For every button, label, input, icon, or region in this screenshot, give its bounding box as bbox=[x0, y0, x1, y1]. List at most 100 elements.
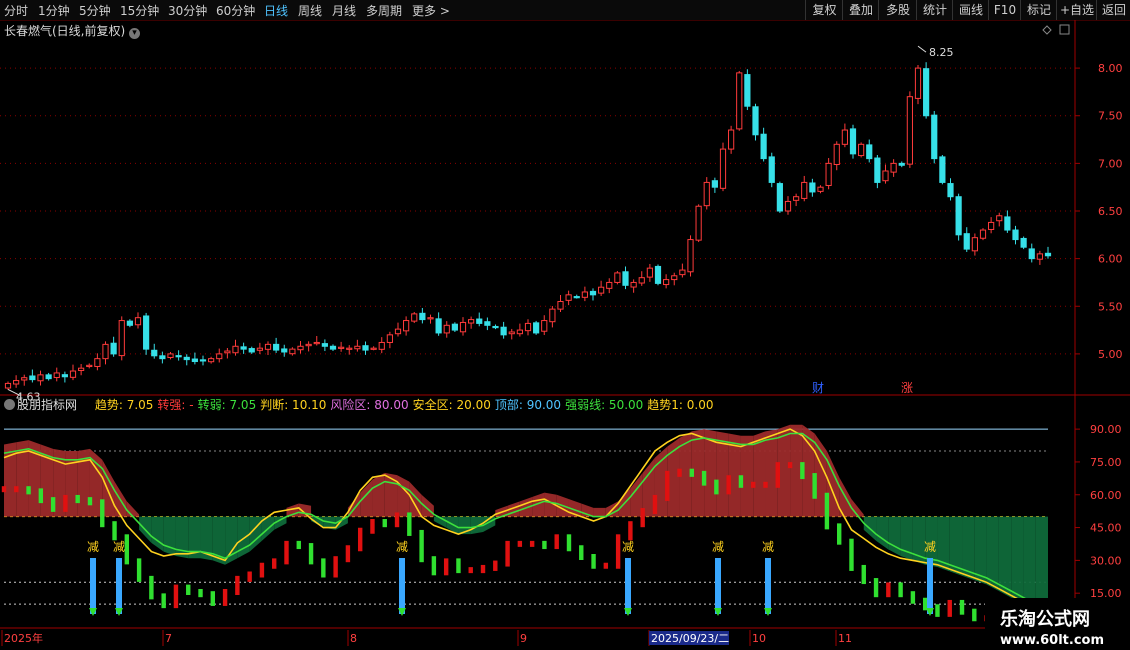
candle-body bbox=[1036, 253, 1043, 260]
watermark-url: www.60lt.com bbox=[1000, 633, 1104, 648]
candle-body bbox=[53, 372, 60, 379]
judge-bar bbox=[210, 591, 215, 606]
candle-body bbox=[500, 326, 507, 336]
candle-body bbox=[289, 348, 296, 355]
candle-body bbox=[638, 277, 645, 284]
candle-body bbox=[216, 353, 223, 360]
candle-body bbox=[240, 346, 247, 350]
candle-body bbox=[386, 334, 393, 343]
candle-body bbox=[833, 143, 840, 166]
candle-body bbox=[825, 162, 832, 186]
judge-bar bbox=[517, 540, 523, 547]
indicator-tick-label: 90.00 bbox=[1090, 423, 1122, 436]
candle-body bbox=[37, 374, 44, 382]
candle-body bbox=[654, 265, 662, 284]
candle-body bbox=[744, 74, 751, 107]
candle-body bbox=[549, 308, 556, 323]
judge-bar bbox=[272, 558, 277, 569]
judge-bar bbox=[591, 554, 596, 569]
candle-body bbox=[191, 358, 198, 363]
price-tick-label: 5.00 bbox=[1098, 348, 1123, 361]
candle-body bbox=[427, 317, 434, 320]
judge-bar bbox=[972, 608, 977, 622]
candle-body bbox=[13, 380, 20, 385]
candle-body bbox=[687, 239, 694, 273]
judge-bar bbox=[603, 562, 609, 569]
signal-bar bbox=[927, 558, 933, 614]
candle-body bbox=[589, 290, 597, 296]
judge-bar bbox=[149, 575, 154, 600]
candle-body bbox=[329, 345, 337, 350]
judge-bar bbox=[886, 582, 891, 598]
signal-label: 减 bbox=[87, 540, 99, 554]
candle-body bbox=[476, 318, 483, 324]
judge-bar bbox=[689, 468, 695, 477]
diamond-icon bbox=[1042, 25, 1052, 35]
judge-bar bbox=[14, 486, 19, 493]
judge-bar bbox=[665, 470, 670, 501]
candle-body bbox=[264, 343, 272, 350]
trend-area bbox=[372, 472, 385, 517]
judge-bar bbox=[1, 486, 7, 493]
judge-bar bbox=[75, 494, 80, 504]
candle-body bbox=[305, 343, 312, 347]
trend-area bbox=[593, 507, 606, 517]
judge-bar bbox=[959, 599, 965, 615]
candle-body bbox=[1044, 252, 1052, 257]
judge-bar bbox=[910, 591, 916, 604]
judge-bar bbox=[38, 488, 44, 504]
candle-body bbox=[793, 196, 800, 201]
candle-body bbox=[175, 355, 182, 358]
judge-bar bbox=[775, 462, 780, 488]
price-tick-label: 5.50 bbox=[1098, 300, 1123, 313]
price-tick-label: 6.00 bbox=[1098, 253, 1123, 266]
judge-bar bbox=[382, 519, 387, 528]
candle-body bbox=[524, 322, 532, 332]
judge-bar bbox=[431, 556, 437, 576]
candle-body bbox=[86, 364, 93, 368]
trend-area bbox=[237, 516, 250, 559]
trend-area bbox=[986, 516, 999, 591]
judge-bar bbox=[321, 558, 326, 578]
judge-bar bbox=[186, 584, 191, 595]
candle-body bbox=[451, 323, 458, 331]
signal-label: 减 bbox=[924, 540, 936, 554]
candle-body bbox=[866, 144, 873, 160]
judge-bar bbox=[493, 560, 498, 571]
signal-bar bbox=[116, 558, 122, 614]
candle-body bbox=[598, 286, 605, 294]
candle-body bbox=[963, 233, 970, 250]
candle-body bbox=[134, 317, 142, 326]
judge-bar bbox=[873, 578, 879, 598]
candle-body bbox=[297, 345, 304, 351]
candle-body bbox=[126, 320, 133, 326]
candle-body bbox=[849, 128, 857, 155]
candle-body bbox=[996, 215, 1003, 222]
candle-body bbox=[346, 347, 353, 350]
candle-body bbox=[118, 320, 125, 357]
trend-area bbox=[274, 516, 287, 530]
trend-area bbox=[876, 516, 889, 550]
collapse-icon[interactable] bbox=[4, 399, 15, 410]
chart-canvas: 8.007.507.006.506.005.505.008.254.63财涨 9… bbox=[0, 20, 1130, 650]
time-cursor-label: 2025/09/23/二 bbox=[651, 632, 729, 645]
candle-body bbox=[492, 325, 499, 329]
judge-bar bbox=[370, 519, 375, 534]
price-tick-label: 6.50 bbox=[1098, 205, 1123, 218]
signal-label: 减 bbox=[396, 540, 408, 554]
candle-body bbox=[979, 229, 987, 239]
candle-body bbox=[394, 328, 402, 335]
candle-body bbox=[143, 315, 150, 350]
judge-bar bbox=[468, 567, 473, 574]
judge-bar bbox=[247, 571, 252, 582]
candle-body bbox=[248, 348, 255, 353]
candle-body bbox=[955, 196, 962, 236]
candle-body bbox=[459, 321, 467, 333]
candle-body bbox=[435, 318, 442, 334]
judge-bar bbox=[284, 540, 289, 565]
candle-body bbox=[533, 322, 540, 334]
judge-bar bbox=[787, 462, 793, 469]
candle-body bbox=[1028, 248, 1035, 260]
candle-body bbox=[338, 346, 345, 349]
signal-bar bbox=[625, 558, 631, 614]
